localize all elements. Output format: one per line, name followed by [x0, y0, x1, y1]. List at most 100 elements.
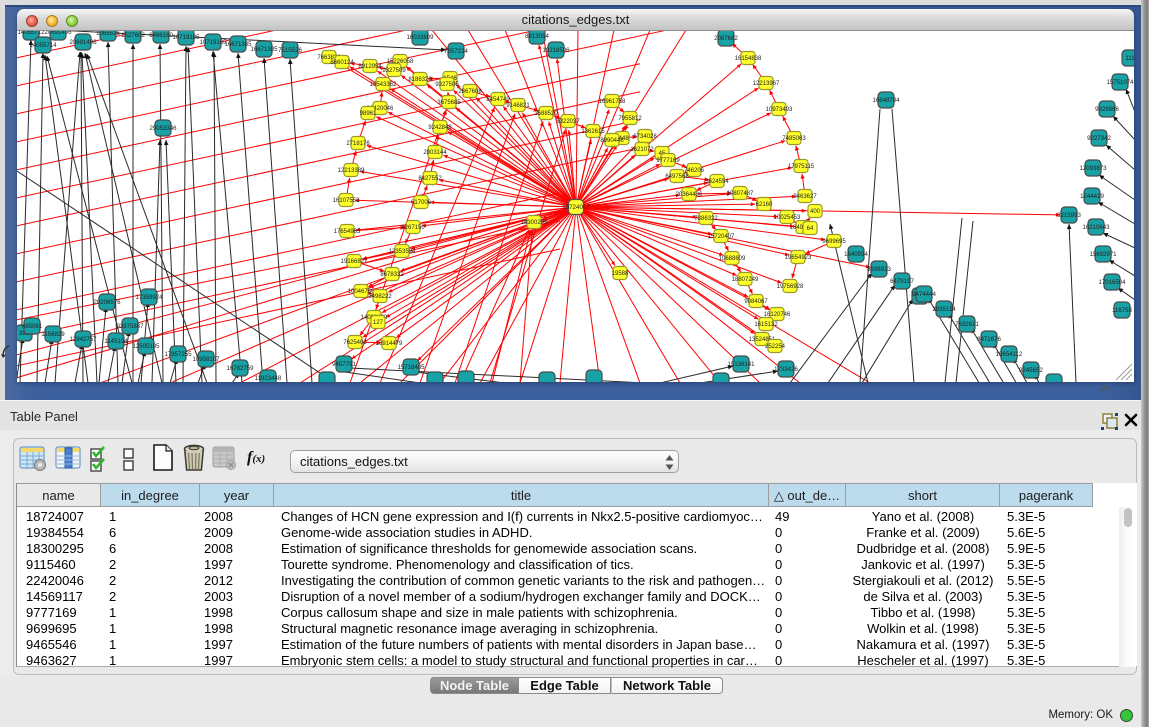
svg-text:10719185: 10719185 [172, 34, 200, 41]
svg-text:14055712: 14055712 [17, 31, 45, 36]
svg-text:1244419: 1244419 [1080, 193, 1104, 200]
svg-text:9463627: 9463627 [793, 194, 817, 200]
svg-text:9245652: 9245652 [1019, 367, 1043, 374]
svg-text:17654985: 17654985 [334, 229, 361, 235]
svg-text:2803144: 2803144 [423, 150, 447, 156]
svg-text:8471676: 8471676 [977, 336, 1001, 343]
svg-text:252254: 252254 [765, 344, 786, 350]
svg-text:17957255: 17957255 [164, 351, 192, 358]
svg-text:6734028: 6734028 [633, 134, 657, 140]
svg-text:127: 127 [373, 320, 384, 326]
svg-text:15136141: 15136141 [727, 361, 755, 368]
svg-text:20206576: 20206576 [93, 299, 121, 306]
svg-text:1145194: 1145194 [104, 338, 128, 345]
svg-text:7386322: 7386322 [694, 216, 718, 222]
svg-text:20691406: 20691406 [44, 31, 72, 36]
svg-text:18724007: 18724007 [562, 204, 590, 211]
svg-text:1621072: 1621072 [630, 147, 654, 153]
svg-text:12213389: 12213389 [338, 168, 365, 174]
svg-text:8938923: 8938923 [867, 266, 891, 273]
svg-text:1156829: 1156829 [41, 331, 65, 338]
svg-text:20691406: 20691406 [69, 39, 97, 46]
svg-text:10719185: 10719185 [199, 39, 227, 46]
svg-text:3675685: 3675685 [437, 100, 461, 106]
svg-text:8186328: 8186328 [408, 77, 432, 83]
svg-text:7357224: 7357224 [444, 48, 468, 55]
svg-text:3498222: 3498222 [368, 294, 392, 300]
svg-text:9327505: 9327505 [435, 82, 459, 88]
svg-text:400: 400 [810, 209, 821, 215]
svg-text:93975887: 93975887 [116, 323, 144, 330]
svg-text:1527602: 1527602 [121, 32, 145, 39]
svg-text:19756928: 19756928 [777, 284, 804, 290]
svg-text:1362615: 1362615 [581, 129, 605, 135]
svg-text:10025453: 10025453 [774, 215, 801, 221]
svg-text:16543362: 16543362 [370, 82, 397, 88]
svg-text:8912954: 8912954 [358, 64, 382, 70]
svg-text:7955812: 7955812 [618, 116, 642, 122]
svg-text:19218506: 19218506 [542, 47, 570, 54]
svg-text:98961: 98961 [360, 111, 377, 117]
svg-text:7485063: 7485063 [782, 136, 806, 142]
svg-text:9327509: 9327509 [382, 68, 406, 74]
svg-text:29053346: 29053346 [149, 125, 177, 132]
svg-text:17016504: 17016504 [1098, 279, 1126, 286]
svg-text:18300295: 18300295 [521, 220, 548, 226]
svg-text:9084067: 9084067 [744, 299, 768, 305]
svg-text:8990448: 8990448 [600, 138, 624, 144]
svg-text:8813054: 8813054 [525, 33, 549, 40]
svg-text:16671385: 16671385 [250, 46, 278, 53]
svg-text:16671385: 16671385 [224, 41, 252, 48]
svg-text:2867608: 2867608 [458, 89, 482, 95]
svg-text:9699695: 9699695 [822, 239, 846, 245]
svg-text:116753: 116753 [1112, 307, 1132, 314]
svg-text:16154838: 16154838 [735, 56, 762, 62]
svg-text:10688609: 10688609 [719, 256, 746, 262]
svg-text:111: 111 [1125, 55, 1134, 62]
svg-text:1640954: 1640954 [844, 251, 868, 258]
svg-text:617006: 617006 [411, 200, 432, 206]
svg-text:8660124: 8660124 [330, 60, 354, 66]
svg-text:9146821: 9146821 [506, 103, 530, 109]
svg-text:19166827: 19166827 [341, 259, 368, 265]
svg-text:15751074: 15751074 [1106, 79, 1134, 86]
svg-text:9227342: 9227342 [1087, 135, 1111, 142]
svg-text:10973493: 10973493 [766, 107, 793, 113]
svg-text:2935114: 2935114 [932, 306, 956, 313]
svg-text:19654923: 19654923 [785, 255, 812, 261]
svg-text:7625402: 7625402 [343, 340, 367, 346]
svg-text:11923448: 11923448 [255, 375, 282, 382]
svg-text:6466160: 6466160 [149, 32, 173, 39]
svg-text:8267150: 8267150 [401, 225, 425, 231]
svg-text:1615132: 1615132 [754, 322, 778, 328]
svg-text:16914479: 16914479 [376, 341, 403, 347]
svg-text:16782759: 16782759 [226, 365, 254, 372]
svg-text:1733426: 1733426 [774, 366, 798, 373]
svg-text:10654112: 10654112 [996, 351, 1023, 358]
svg-text:64: 64 [807, 226, 814, 232]
svg-text:15716485: 15716485 [397, 364, 425, 371]
svg-text:17975115: 17975115 [788, 164, 815, 170]
svg-text:16961758: 16961758 [599, 99, 626, 105]
svg-text:12505185: 12505185 [132, 343, 160, 350]
svg-text:9329966: 9329966 [1095, 106, 1119, 113]
svg-text:9242848: 9242848 [428, 125, 452, 131]
svg-text:10958107: 10958107 [192, 356, 220, 363]
svg-text:7515526: 7515526 [278, 47, 302, 54]
svg-text:7632621: 7632621 [955, 321, 979, 328]
svg-text:1065526: 1065526 [96, 31, 120, 37]
svg-text:6479197: 6479197 [890, 278, 914, 285]
svg-text:16033809: 16033809 [406, 34, 434, 41]
svg-text:12942757: 12942757 [69, 336, 97, 343]
svg-text:19588: 19588 [612, 271, 629, 277]
svg-text:9474444: 9474444 [912, 291, 936, 298]
svg-text:9777169: 9777169 [656, 158, 680, 164]
svg-text:1588520: 1588520 [534, 111, 558, 117]
svg-text:485081: 485081 [22, 323, 43, 330]
svg-text:12093873: 12093873 [1079, 165, 1107, 172]
svg-text:2718176: 2718176 [346, 141, 370, 147]
svg-text:12353594: 12353594 [389, 249, 416, 255]
svg-text:15692971: 15692971 [1089, 251, 1117, 258]
svg-text:62160: 62160 [756, 202, 773, 208]
svg-text:16107553: 16107553 [333, 198, 360, 204]
